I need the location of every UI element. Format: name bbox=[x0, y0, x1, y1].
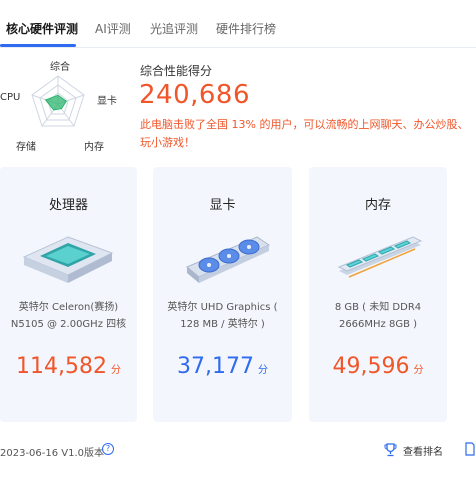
gpu-card-description: 英特尔 UHD Graphics ( 128 MB / 英特尔 ) bbox=[153, 299, 292, 333]
radar-label-cpu: CPU bbox=[0, 92, 21, 103]
memory-model-line2: 2666MHz 8GB ) bbox=[338, 319, 418, 330]
overall-score-value: 240,686 bbox=[139, 80, 251, 110]
memory-stick-icon bbox=[309, 227, 447, 297]
cpu-card-title: 处理器 bbox=[48, 198, 88, 213]
tab-hardware-ranking[interactable]: 硬件排行榜 bbox=[216, 20, 276, 37]
version-info: 2023-06-16 V1.0版本 bbox=[0, 448, 105, 459]
view-ranking-button[interactable]: 查看排名 bbox=[384, 440, 443, 460]
active-tab-indicator bbox=[0, 44, 76, 47]
memory-score-value: 49,596 bbox=[332, 354, 410, 379]
tab-ai[interactable]: AI评测 bbox=[95, 20, 131, 37]
overall-score-title: 综合性能得分 bbox=[140, 64, 213, 78]
memory-model-line1: 8 GB ( 未知 DDR4 bbox=[334, 302, 422, 313]
memory-card[interactable]: 内存 8 GB ( 未知 DDR4 2666MHz 8GB ) 49,596 分 bbox=[309, 167, 447, 422]
tab-bar: 核心硬件评测 AI评测 光追评测 硬件排行榜 bbox=[0, 0, 476, 48]
footer: 2023-06-16 V1.0版本 ? 查看排名 bbox=[0, 435, 476, 465]
view-ranking-label: 查看排名 bbox=[403, 446, 443, 458]
gpu-card-title: 显卡 bbox=[209, 198, 236, 213]
radar-label-overall: 综合 bbox=[50, 62, 70, 73]
cpu-chip-icon bbox=[0, 227, 137, 297]
overall-score-description: 此电脑击败了全国 13% 的用户，可以流畅的上网聊天、办公炒股、玩小游戏！ bbox=[140, 118, 469, 149]
gpu-model-line1: 英特尔 UHD Graphics ( bbox=[167, 302, 278, 313]
cpu-model-line1: 英特尔 Celeron(赛扬) bbox=[18, 302, 119, 313]
cpu-score-unit: 分 bbox=[110, 365, 121, 376]
gpu-model-line2: 128 MB / 英特尔 ) bbox=[180, 319, 265, 330]
graphics-card-icon bbox=[153, 227, 292, 297]
help-icon[interactable]: ? bbox=[102, 443, 114, 455]
radar-label-memory: 内存 bbox=[84, 142, 104, 153]
gpu-card[interactable]: 显卡 英特尔 UHD Graphics ( 128 MB / 英特尔 ) 37,… bbox=[153, 167, 292, 422]
share-icon[interactable] bbox=[462, 441, 476, 461]
cpu-score: 114,582 分 bbox=[0, 354, 137, 379]
tab-ray-tracing[interactable]: 光追评测 bbox=[150, 20, 198, 37]
cpu-card[interactable]: 处理器 英特尔 Celeron(赛扬) N5105 @ 2.00GHz 四核 1… bbox=[0, 167, 137, 422]
memory-card-description: 8 GB ( 未知 DDR4 2666MHz 8GB ) bbox=[309, 299, 447, 333]
performance-radar-chart: 综合 CPU 显卡 存储 内存 bbox=[0, 52, 130, 162]
radar-label-storage: 存储 bbox=[16, 142, 36, 153]
memory-score-unit: 分 bbox=[413, 365, 424, 376]
cpu-card-description: 英特尔 Celeron(赛扬) N5105 @ 2.00GHz 四核 bbox=[0, 299, 137, 333]
gpu-score: 37,177 分 bbox=[153, 354, 292, 379]
gpu-score-unit: 分 bbox=[257, 365, 268, 376]
radar-label-gpu: 显卡 bbox=[97, 96, 117, 107]
tab-core-hardware[interactable]: 核心硬件评测 bbox=[6, 20, 78, 37]
memory-score: 49,596 分 bbox=[309, 354, 447, 379]
cpu-score-value: 114,582 bbox=[16, 354, 107, 379]
cpu-model-line2: N5105 @ 2.00GHz 四核 bbox=[10, 319, 127, 330]
gpu-score-value: 37,177 bbox=[177, 354, 254, 379]
trophy-icon bbox=[384, 443, 397, 457]
memory-card-title: 内存 bbox=[364, 198, 391, 213]
